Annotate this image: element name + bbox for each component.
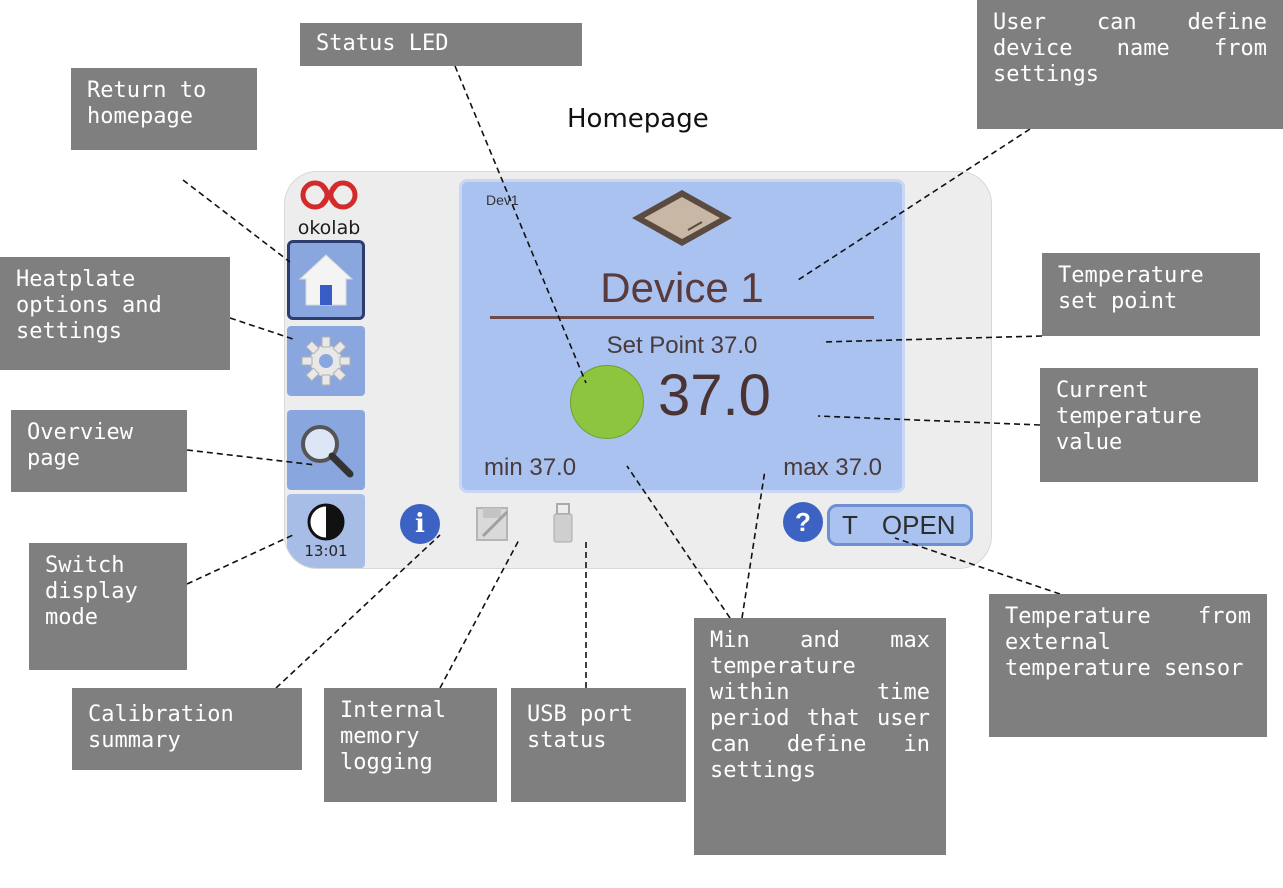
display-mode-button[interactable]: 13:01 xyxy=(287,494,365,568)
callout-internal-memory: Internal memory logging xyxy=(324,688,497,802)
overview-button[interactable] xyxy=(287,410,365,490)
info-icon[interactable]: i xyxy=(400,504,440,544)
callout-overview-page: Overview page xyxy=(11,410,187,492)
device-screen: okolab 13:01 Dev1 Device 1 Set Point 37.… xyxy=(285,172,991,568)
page-heading: Homepage xyxy=(567,104,709,134)
settings-button[interactable] xyxy=(287,326,365,396)
callout-return-home: Return to homepage xyxy=(71,68,257,150)
callout-heatplate-options: Heatplate options and settings xyxy=(0,257,230,370)
divider xyxy=(490,316,874,319)
device-name: Device 1 xyxy=(600,264,764,311)
max-temperature: max 37.0 xyxy=(783,454,882,481)
callout-switch-display: Switch display mode xyxy=(29,543,187,670)
okolab-logo: okolab xyxy=(289,178,369,239)
callout-device-name: User can define device name from setting… xyxy=(977,0,1283,129)
status-led xyxy=(570,365,644,439)
callout-current-temperature: Current temperature value xyxy=(1040,368,1258,482)
callout-calibration-summary: Calibration summary xyxy=(72,688,302,770)
sidebar: okolab 13:01 xyxy=(285,172,385,568)
callout-usb-port: USB port status xyxy=(511,688,686,802)
heatplate-icon xyxy=(632,190,732,246)
usb-icon[interactable] xyxy=(553,502,573,544)
main-panel: Dev1 Device 1 Set Point 37.0 37.0 min 37… xyxy=(459,179,905,493)
home-button[interactable] xyxy=(287,240,365,320)
device-short-name: Dev1 xyxy=(486,192,519,208)
logo-icon xyxy=(300,180,358,210)
gear-icon xyxy=(301,336,351,386)
home-icon xyxy=(298,254,354,306)
set-point: Set Point 37.0 xyxy=(606,332,758,359)
callout-temperature-set-point: Temperature set point xyxy=(1042,253,1260,336)
external-sensor-prefix: T xyxy=(842,509,858,540)
external-sensor-value: OPEN xyxy=(881,509,956,540)
current-temperature: 37.0 xyxy=(658,363,771,428)
min-temperature: min 37.0 xyxy=(484,454,577,481)
magnifier-icon xyxy=(301,425,354,478)
external-sensor-readout[interactable]: T OPEN xyxy=(827,504,973,546)
logo-text: okolab xyxy=(297,217,361,239)
memory-logging-icon[interactable] xyxy=(475,504,511,544)
callout-external-sensor: Temperature from external temperature se… xyxy=(989,594,1267,737)
callout-min-max: Min and max temperature within time peri… xyxy=(694,618,946,855)
clock: 13:01 xyxy=(304,542,348,560)
callout-status-led: Status LED xyxy=(300,23,582,66)
help-icon[interactable]: ? xyxy=(783,502,823,542)
contrast-icon xyxy=(307,503,345,541)
